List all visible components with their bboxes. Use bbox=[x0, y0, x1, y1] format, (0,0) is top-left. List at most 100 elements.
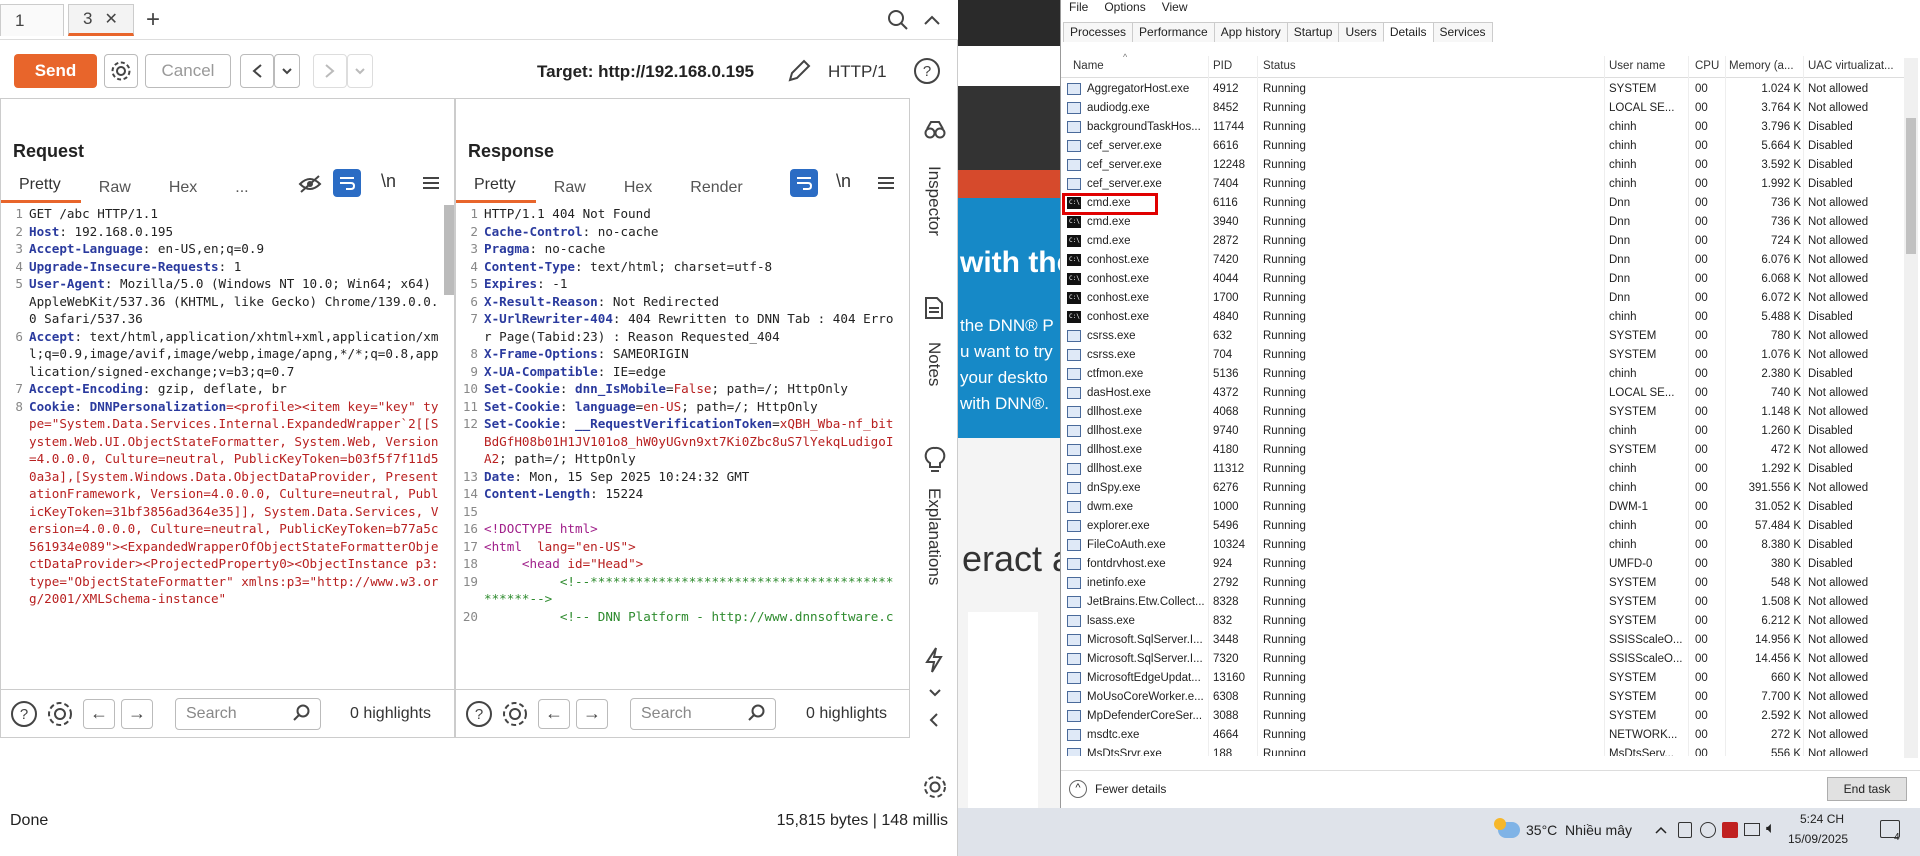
process-row[interactable]: conhost.exe 1700 Running Dnn 00 6.072 K Not al… bbox=[1061, 289, 1904, 308]
process-row[interactable]: dllhost.exe 4180 Running SYSTEM 00 472 K Not a… bbox=[1061, 441, 1904, 460]
column-memory[interactable]: Memory (a... bbox=[1729, 60, 1805, 72]
menu-view[interactable]: View bbox=[1162, 0, 1188, 16]
close-tab-icon[interactable]: ✕ bbox=[104, 9, 117, 29]
tray-app-icon[interactable] bbox=[1678, 822, 1692, 838]
column-pid[interactable]: PID bbox=[1213, 60, 1232, 72]
show-hidden-icons-chevron-icon[interactable] bbox=[1654, 822, 1668, 838]
process-row[interactable]: dllhost.exe 9740 Running chinh 00 1.260 K Disa… bbox=[1061, 422, 1904, 441]
tab-performance[interactable]: Performance bbox=[1132, 22, 1215, 42]
process-row[interactable]: lsass.exe 832 Running SYSTEM 00 6.212 K Not al… bbox=[1061, 612, 1904, 631]
sidebar-item-notes[interactable]: Notes bbox=[924, 342, 944, 386]
help-icon[interactable]: ? bbox=[464, 699, 494, 729]
process-row[interactable]: cmd.exe 3940 Running Dnn 00 736 K Not allowed bbox=[1061, 213, 1904, 232]
tab-processes[interactable]: Processes bbox=[1063, 22, 1134, 42]
process-row[interactable]: backgroundTaskHos... 11744 Running chinh 00 3… bbox=[1061, 118, 1904, 137]
process-row[interactable]: conhost.exe 4044 Running Dnn 00 6.068 K Not al… bbox=[1061, 270, 1904, 289]
network-icon[interactable] bbox=[1744, 823, 1760, 836]
menu-options[interactable]: Options bbox=[1104, 0, 1145, 16]
send-button[interactable]: Send bbox=[14, 54, 97, 88]
column-status[interactable]: Status bbox=[1263, 60, 1296, 72]
tab-hex[interactable]: Hex bbox=[606, 179, 672, 203]
request-editor[interactable]: 1 GET /abc HTTP/1.1 2 Host: 192.168.0.195 3 A… bbox=[1, 205, 444, 625]
process-row[interactable]: dllhost.exe 11312 Running chinh 00 1.292 K Dis… bbox=[1061, 460, 1904, 479]
help-icon[interactable]: ? bbox=[912, 56, 942, 86]
forward-icon[interactable] bbox=[313, 54, 347, 88]
tab-details[interactable]: Details bbox=[1382, 22, 1434, 42]
process-row[interactable]: dasHost.exe 4372 Running LOCAL SE... 00 740 K… bbox=[1061, 384, 1904, 403]
weather-cloud-icon[interactable] bbox=[1494, 818, 1520, 838]
next-match-icon[interactable]: → bbox=[576, 698, 608, 729]
process-row[interactable]: MicrosoftEdgeUpdat... 13160 Running SYSTEM 0… bbox=[1061, 669, 1904, 688]
previous-match-icon[interactable]: ← bbox=[538, 698, 570, 729]
process-row[interactable]: csrss.exe 704 Running SYSTEM 00 1.076 K Not al… bbox=[1061, 346, 1904, 365]
process-row[interactable]: cef_server.exe 7404 Running chinh 00 1.992 K D… bbox=[1061, 175, 1904, 194]
help-icon[interactable]: ? bbox=[9, 699, 39, 729]
menu-icon[interactable] bbox=[419, 171, 443, 195]
process-row[interactable]: MoUsoCoreWorker.e... 6308 Running SYSTEM 00 7… bbox=[1061, 688, 1904, 707]
tab-more[interactable]: ... bbox=[217, 179, 268, 203]
lightning-icon[interactable] bbox=[924, 646, 944, 677]
process-row[interactable]: cmd.exe 2872 Running Dnn 00 724 K Not allowed bbox=[1061, 232, 1904, 251]
weather-widget[interactable]: 35°C Nhiều mây bbox=[1526, 822, 1632, 838]
tab-raw[interactable]: Raw bbox=[81, 179, 151, 203]
tab-users[interactable]: Users bbox=[1338, 22, 1384, 42]
lightbulb-icon[interactable] bbox=[924, 446, 946, 477]
wrap-lines-icon[interactable] bbox=[333, 169, 361, 197]
column-user-name[interactable]: User name bbox=[1609, 60, 1665, 72]
vertical-scrollbar[interactable] bbox=[1904, 58, 1918, 758]
http-version-toggle[interactable]: HTTP/1 bbox=[828, 62, 887, 82]
collapse-chevron-left-icon[interactable] bbox=[928, 712, 940, 731]
process-row[interactable]: Microsoft.SqlServer.I... 3448 Running SSISS… bbox=[1061, 631, 1904, 650]
settings-gear-icon[interactable] bbox=[500, 699, 530, 729]
process-row[interactable]: msdtc.exe 4664 Running NETWORK... 00 272 K Not… bbox=[1061, 726, 1904, 745]
hide-eye-icon[interactable] bbox=[297, 171, 323, 197]
back-history-chevron-down-icon[interactable] bbox=[274, 54, 300, 88]
repeater-tab-1[interactable]: 1 bbox=[0, 4, 64, 36]
scrollbar-thumb[interactable] bbox=[1906, 118, 1916, 254]
response-editor[interactable]: 1 HTTP/1.1 404 Not Found 2 Cache-Control: n… bbox=[456, 205, 899, 625]
settings-gear-icon[interactable] bbox=[104, 54, 138, 88]
tab-services[interactable]: Services bbox=[1432, 22, 1493, 42]
process-row[interactable]: inetinfo.exe 2792 Running SYSTEM 00 548 K Not … bbox=[1061, 574, 1904, 593]
end-task-button[interactable]: End task bbox=[1827, 777, 1907, 801]
process-row[interactable]: cef_server.exe 12248 Running chinh 00 3.592 K… bbox=[1061, 156, 1904, 175]
inspector-glasses-icon[interactable] bbox=[924, 120, 946, 143]
edit-target-pencil-icon[interactable] bbox=[784, 56, 814, 86]
process-row[interactable]: MpDefenderCoreSer... 3088 Running SYSTEM 00 2… bbox=[1061, 707, 1904, 726]
volume-icon[interactable]: 🔈︎ bbox=[1766, 820, 1776, 838]
process-row[interactable]: ctfmon.exe 5136 Running chinh 00 2.380 K Disab… bbox=[1061, 365, 1904, 384]
tab-raw[interactable]: Raw bbox=[536, 179, 606, 203]
tab-startup[interactable]: Startup bbox=[1286, 22, 1340, 42]
sidebar-item-inspector[interactable]: Inspector bbox=[924, 166, 944, 236]
settings-gear-icon[interactable] bbox=[922, 774, 948, 803]
forward-history-chevron-down-icon[interactable] bbox=[347, 54, 373, 88]
tab-pretty[interactable]: Pretty bbox=[1, 176, 81, 203]
show-newlines-toggle[interactable]: \n bbox=[381, 171, 396, 192]
process-row[interactable]: cef_server.exe 6616 Running chinh 00 5.664 K D… bbox=[1061, 137, 1904, 156]
process-row[interactable]: dwm.exe 1000 Running DWM-1 00 31.052 K Disable… bbox=[1061, 498, 1904, 517]
wrap-lines-icon[interactable] bbox=[790, 169, 818, 197]
column-uac[interactable]: UAC virtualizat... bbox=[1808, 60, 1904, 72]
process-row[interactable]: JetBrains.Etw.Collect... 8328 Running SYSTE… bbox=[1061, 593, 1904, 612]
chevron-up-circle-icon[interactable]: ^ bbox=[1069, 780, 1087, 798]
tab-hex[interactable]: Hex bbox=[151, 179, 217, 203]
process-row[interactable]: conhost.exe 7420 Running Dnn 00 6.076 K Not al… bbox=[1061, 251, 1904, 270]
column-cpu[interactable]: CPU bbox=[1695, 60, 1719, 72]
process-row[interactable]: explorer.exe 5496 Running chinh 00 57.484 K Di… bbox=[1061, 517, 1904, 536]
process-row[interactable]: csrss.exe 632 Running SYSTEM 00 780 K Not allo… bbox=[1061, 327, 1904, 346]
search-tabs-icon[interactable] bbox=[886, 8, 910, 32]
cancel-button[interactable]: Cancel bbox=[145, 54, 231, 88]
fewer-details-link[interactable]: Fewer details bbox=[1095, 782, 1166, 796]
process-row[interactable]: cmd.exe6116RunningDnn00736 KNot allowed bbox=[1061, 193, 1904, 215]
process-row[interactable]: audiodg.exe 8452 Running LOCAL SE... 00 3.764… bbox=[1061, 99, 1904, 118]
menu-icon[interactable] bbox=[874, 171, 898, 195]
clock-date[interactable]: 15/09/2025 bbox=[1788, 832, 1848, 846]
process-row[interactable]: fontdrvhost.exe 924 Running UMFD-0 00 380 K Di… bbox=[1061, 555, 1904, 574]
settings-gear-icon[interactable] bbox=[45, 699, 75, 729]
tab-app-history[interactable]: App history bbox=[1213, 22, 1288, 42]
process-row[interactable]: dnSpy.exe 6276 Running chinh 00 391.556 K Not … bbox=[1061, 479, 1904, 498]
process-row[interactable]: AggregatorHost.exe 4912 Running SYSTEM 00 1.0… bbox=[1061, 80, 1904, 99]
process-row[interactable]: FileCoAuth.exe 10324 Running chinh 00 8.380 K… bbox=[1061, 536, 1904, 555]
chevron-down-icon[interactable] bbox=[928, 686, 942, 701]
menu-file[interactable]: File bbox=[1069, 0, 1088, 16]
